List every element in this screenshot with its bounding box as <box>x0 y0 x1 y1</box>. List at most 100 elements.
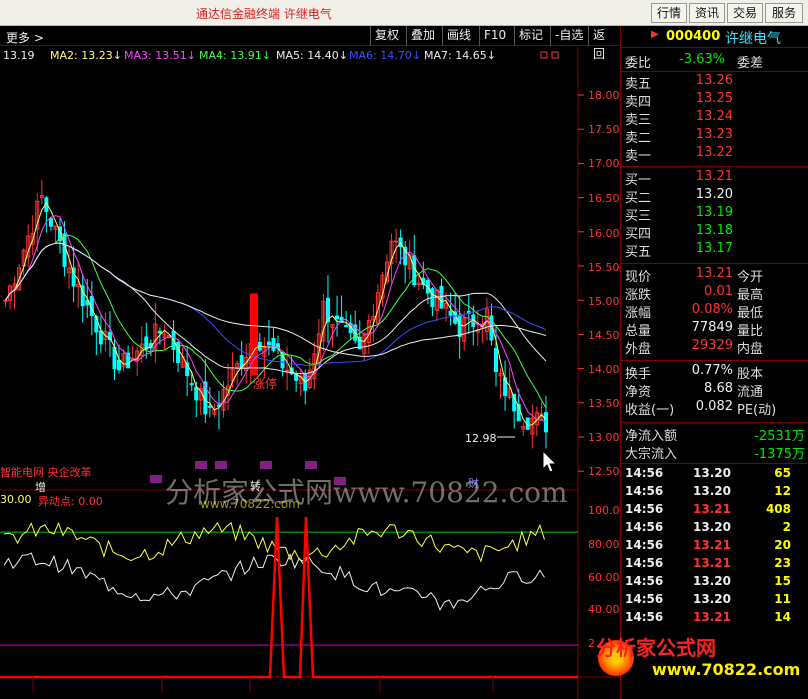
fundamental-row: 收益(一) 0.082 PE(动) <box>625 399 777 418</box>
low-price-marker: 12.98 <box>465 432 497 445</box>
tick-row: 14:56 13.20 12 <box>625 484 791 498</box>
candle-body <box>394 240 399 243</box>
concept-tags[interactable]: 智能电网 央企改革 <box>0 464 92 480</box>
ma-legend-ma5: MA5: 14.40↓ <box>276 49 348 62</box>
ma-legend-ma3: MA3: 13.51↓ <box>124 49 196 62</box>
tick-row: 14:56 13.20 11 <box>625 592 791 606</box>
ask-row[interactable]: 卖三 13.24 <box>621 109 808 128</box>
service-button[interactable]: 服务 <box>765 3 803 23</box>
candle-body <box>271 338 276 351</box>
ma-legend-close: 13.19 <box>3 49 35 62</box>
candle-body <box>3 299 8 302</box>
event-tag <box>195 461 207 469</box>
watermark-logo: 分析家公式网 <box>596 636 716 660</box>
tick-row: 14:56 13.21 408 <box>625 502 791 516</box>
quotes-button[interactable]: 行情 <box>651 3 687 23</box>
indicator-axis-label: 40.00 <box>588 603 620 616</box>
flow-row: 大宗流入 -1375万 <box>625 447 805 462</box>
indicator-value: 30.00 <box>0 493 32 506</box>
more-menu-button[interactable]: 更多 > <box>6 29 44 46</box>
price-axis-label: 16.50 <box>588 192 620 205</box>
app-title: 通达信金融终端 许继电气 <box>196 7 332 21</box>
watermark-logo-url: www.70822.com <box>652 660 801 679</box>
ma-legend-ma7: MA7: 14.65↓ <box>424 49 496 62</box>
candle-body <box>207 405 212 408</box>
indicator-axis-label: 80.00 <box>588 538 620 551</box>
candle-body <box>98 330 103 345</box>
chart-toolbar: 更多 > 复权 叠加 画线 F10 标记 -自选 返回 <box>0 26 620 61</box>
back-button[interactable]: 返回 <box>588 26 620 61</box>
tick-row: 14:56 13.20 2 <box>625 520 791 534</box>
candle-body <box>285 369 290 372</box>
price-axis-label: 15.50 <box>588 261 620 274</box>
limit-up-label: 涨停 <box>253 377 278 391</box>
candle-body <box>457 314 462 338</box>
ma-legend-item: 13.19 <box>3 49 35 62</box>
tick-row: 14:56 13.21 14 <box>625 610 791 624</box>
quote-row: 涨幅 0.08% 最低 <box>625 302 764 321</box>
weibi-row: 委比 -3.63% 委差 <box>625 52 764 71</box>
quote-row: 总量 77849 量比 <box>625 320 764 339</box>
weibi-value: -3.63% <box>679 52 725 67</box>
mouse-cursor-icon <box>542 449 558 473</box>
bid-row[interactable]: 买三 13.19 <box>621 205 808 224</box>
tick-row: 14:56 13.21 20 <box>625 538 791 552</box>
price-axis-label: 14.00 <box>588 363 620 376</box>
ask-row[interactable]: 卖一 13.22 <box>621 145 808 164</box>
ma-legend-ma6: MA6: 14.70↓ <box>349 49 421 62</box>
candle-body <box>62 233 67 267</box>
trade-button[interactable]: 交易 <box>727 3 763 23</box>
candle-body <box>266 341 271 346</box>
price-axis-label: 15.00 <box>588 295 620 308</box>
candle-body <box>494 347 498 373</box>
news-button[interactable]: 资讯 <box>689 3 725 23</box>
price-axis-label: 17.50 <box>588 123 620 136</box>
ma-legend-ma2: MA2: 13.23↓ <box>50 49 122 62</box>
bid-row[interactable]: 买五 13.17 <box>621 241 808 260</box>
quote-row: 外盘 29329 内盘 <box>625 338 764 357</box>
ma-legend-ma4: MA4: 13.91↓ <box>199 49 271 62</box>
candle-body <box>117 359 122 371</box>
overlay-button[interactable]: 叠加 <box>406 26 439 46</box>
quote-row: 现价 13.21 今开 <box>625 266 764 285</box>
watermark-url: www.70822.com <box>200 497 300 511</box>
mark-button[interactable]: 标记 <box>514 26 547 46</box>
draw-line-button[interactable]: 画线 <box>442 26 475 46</box>
candle-body <box>344 325 349 328</box>
remove-watchlist-button[interactable]: -自选 <box>550 26 587 46</box>
bid-row[interactable]: 买一 13.21 <box>621 169 808 188</box>
quote-panel: ▶ 000400 许继电气 委比 -3.63% 委差 卖五 13.26 卖四 13.… <box>620 26 808 699</box>
tick-row: 14:56 13.20 15 <box>625 574 791 588</box>
kline-chart[interactable]: 13.19 MA2: 13.23↓ MA3: 13.51↓ MA4: 13.91… <box>0 47 627 699</box>
ask-row[interactable]: 卖四 13.25 <box>621 91 808 110</box>
quote-row: 涨跌 0.01 最高 <box>625 284 764 303</box>
tick-row: 14:56 13.21 23 <box>625 556 791 570</box>
candle-body <box>543 412 548 433</box>
candle-body <box>194 386 199 401</box>
event-tag <box>305 461 317 469</box>
price-axis-label: 16.00 <box>588 227 620 240</box>
price-axis-label: 18.00 <box>588 89 620 102</box>
candle-body <box>448 311 453 316</box>
bid-row[interactable]: 买四 13.18 <box>621 223 808 242</box>
indicator-axis-label: 60.00 <box>588 571 620 584</box>
bid-row[interactable]: 买二 13.20 <box>621 187 808 206</box>
event-tag <box>150 475 162 483</box>
f10-button[interactable]: F10 <box>479 26 510 46</box>
event-tag <box>215 461 227 469</box>
indicator-name: 异动点: 0.00 <box>38 495 103 508</box>
stock-header: ▶ 000400 许继电气 <box>621 26 808 48</box>
ask-row[interactable]: 卖二 13.23 <box>621 127 808 146</box>
ma-line <box>5 242 547 375</box>
fundamental-row: 换手 0.77% 股本 <box>625 363 764 382</box>
restore-rights-button[interactable]: 复权 <box>370 26 403 46</box>
stock-name: 许继电气 <box>725 31 781 47</box>
stock-code: 000400 <box>666 29 721 44</box>
price-axis-label: 17.00 <box>588 157 620 170</box>
ma-line <box>5 242 547 357</box>
ask-row[interactable]: 卖五 13.26 <box>621 73 808 92</box>
indicator-axis-label: 2 <box>588 637 595 650</box>
title-bar: 通达信金融终端 许继电气 行情 资讯 交易 服务 <box>0 0 808 26</box>
spike-line <box>0 516 578 679</box>
fundamental-row: 净资 8.68 流通 <box>625 381 764 400</box>
